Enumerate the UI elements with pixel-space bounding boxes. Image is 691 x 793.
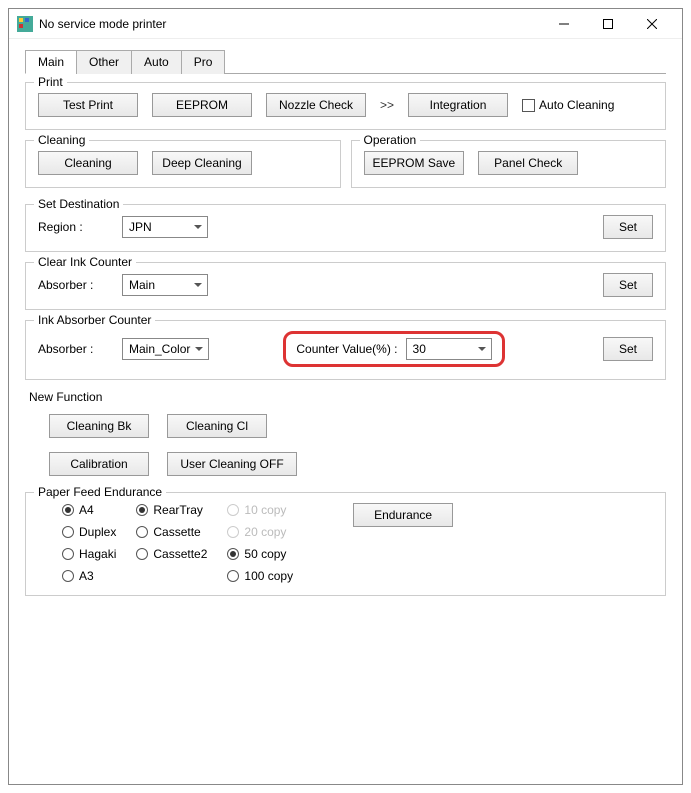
ink-absorber-set-button[interactable]: Set <box>603 337 653 361</box>
window-title: No service mode printer <box>39 17 542 31</box>
paper-feed-legend: Paper Feed Endurance <box>34 485 166 499</box>
radio-icon <box>227 504 239 516</box>
app-window: No service mode printer Main Other Auto … <box>8 8 683 785</box>
cleaning-legend: Cleaning <box>34 133 89 147</box>
close-button[interactable] <box>630 10 674 38</box>
radio-label: Duplex <box>79 525 116 539</box>
radio-icon <box>227 548 239 560</box>
set-destination-group: Set Destination Region : JPN Set <box>25 204 666 252</box>
ink-absorber-label: Absorber : <box>38 342 108 356</box>
maximize-button[interactable] <box>586 10 630 38</box>
radio-option: 20 copy <box>227 525 293 539</box>
user-cleaning-off-button[interactable]: User Cleaning OFF <box>167 452 297 476</box>
radio-label: A4 <box>79 503 94 517</box>
counter-value-label: Counter Value(%) : <box>296 342 397 356</box>
radio-icon <box>227 570 239 582</box>
radio-option[interactable]: A4 <box>62 503 116 517</box>
tray-column: RearTray Cassette Cassette2 <box>136 503 207 561</box>
arrow-icon: >> <box>380 98 394 112</box>
radio-label: Hagaki <box>79 547 116 561</box>
auto-cleaning-label: Auto Cleaning <box>539 98 614 112</box>
radio-icon <box>62 504 74 516</box>
radio-label: 100 copy <box>244 569 293 583</box>
eeprom-save-button[interactable]: EEPROM Save <box>364 151 465 175</box>
radio-icon <box>62 526 74 538</box>
radio-option: 10 copy <box>227 503 293 517</box>
paper-size-column: A4 Duplex Hagaki A3 <box>62 503 116 583</box>
calibration-button[interactable]: Calibration <box>49 452 149 476</box>
minimize-button[interactable] <box>542 10 586 38</box>
radio-option[interactable]: 50 copy <box>227 547 293 561</box>
region-label: Region : <box>38 220 108 234</box>
radio-icon <box>62 548 74 560</box>
tab-auto[interactable]: Auto <box>131 50 182 74</box>
clear-ink-legend: Clear Ink Counter <box>34 255 136 269</box>
tab-main[interactable]: Main <box>25 50 77 74</box>
radio-icon <box>136 526 148 538</box>
panel-check-button[interactable]: Panel Check <box>478 151 578 175</box>
radio-option[interactable]: RearTray <box>136 503 207 517</box>
absorber-label: Absorber : <box>38 278 108 292</box>
app-icon <box>17 16 33 32</box>
radio-option[interactable]: Duplex <box>62 525 116 539</box>
operation-legend: Operation <box>360 133 421 147</box>
test-print-button[interactable]: Test Print <box>38 93 138 117</box>
radio-icon <box>136 548 148 560</box>
integration-button[interactable]: Integration <box>408 93 508 117</box>
titlebar: No service mode printer <box>9 9 682 39</box>
radio-label: A3 <box>79 569 94 583</box>
endurance-button[interactable]: Endurance <box>353 503 453 527</box>
set-destination-button[interactable]: Set <box>603 215 653 239</box>
radio-icon <box>136 504 148 516</box>
window-controls <box>542 10 674 38</box>
auto-cleaning-checkbox[interactable]: Auto Cleaning <box>522 98 614 112</box>
checkbox-icon <box>522 99 535 112</box>
radio-label: 20 copy <box>244 525 286 539</box>
set-destination-legend: Set Destination <box>34 197 123 211</box>
new-function-label: New Function <box>25 390 666 404</box>
ink-absorber-legend: Ink Absorber Counter <box>34 313 155 327</box>
radio-label: RearTray <box>153 503 203 517</box>
tab-other[interactable]: Other <box>76 50 132 74</box>
absorber-select[interactable]: Main <box>122 274 208 296</box>
cleaning-cl-button[interactable]: Cleaning Cl <box>167 414 267 438</box>
clear-ink-group: Clear Ink Counter Absorber : Main Set <box>25 262 666 310</box>
nozzle-check-button[interactable]: Nozzle Check <box>266 93 366 117</box>
radio-label: 10 copy <box>244 503 286 517</box>
ink-absorber-group: Ink Absorber Counter Absorber : Main_Col… <box>25 320 666 380</box>
radio-icon <box>62 570 74 582</box>
radio-option[interactable]: 100 copy <box>227 569 293 583</box>
cleaning-button[interactable]: Cleaning <box>38 151 138 175</box>
eeprom-button[interactable]: EEPROM <box>152 93 252 117</box>
tab-strip: Main Other Auto Pro <box>25 49 666 74</box>
radio-option[interactable]: Hagaki <box>62 547 116 561</box>
radio-option[interactable]: A3 <box>62 569 116 583</box>
radio-label: 50 copy <box>244 547 286 561</box>
operation-group: Operation EEPROM Save Panel Check <box>351 140 667 188</box>
radio-icon <box>227 526 239 538</box>
ink-absorber-select[interactable]: Main_Color <box>122 338 209 360</box>
cleaning-group: Cleaning Cleaning Deep Cleaning <box>25 140 341 188</box>
region-select[interactable]: JPN <box>122 216 208 238</box>
paper-feed-group: Paper Feed Endurance A4DuplexHagakiA3 Re… <box>25 492 666 596</box>
cleaning-bk-button[interactable]: Cleaning Bk <box>49 414 149 438</box>
print-legend: Print <box>34 75 67 89</box>
radio-option[interactable]: Cassette2 <box>136 547 207 561</box>
deep-cleaning-button[interactable]: Deep Cleaning <box>152 151 252 175</box>
print-group: Print Test Print EEPROM Nozzle Check >> … <box>25 82 666 130</box>
copy-count-column: 10 copy 20 copy 50 copy 100 copy <box>227 503 293 583</box>
radio-label: Cassette <box>153 525 200 539</box>
content-area: Main Other Auto Pro Print Test Print EEP… <box>9 39 682 616</box>
tab-pro[interactable]: Pro <box>181 50 226 74</box>
counter-value-highlight: Counter Value(%) : 30 <box>283 331 504 367</box>
radio-label: Cassette2 <box>153 547 207 561</box>
counter-value-select[interactable]: 30 <box>406 338 492 360</box>
new-function-section: New Function Cleaning Bk Cleaning Cl Cal… <box>25 390 666 476</box>
clear-ink-set-button[interactable]: Set <box>603 273 653 297</box>
radio-option[interactable]: Cassette <box>136 525 207 539</box>
